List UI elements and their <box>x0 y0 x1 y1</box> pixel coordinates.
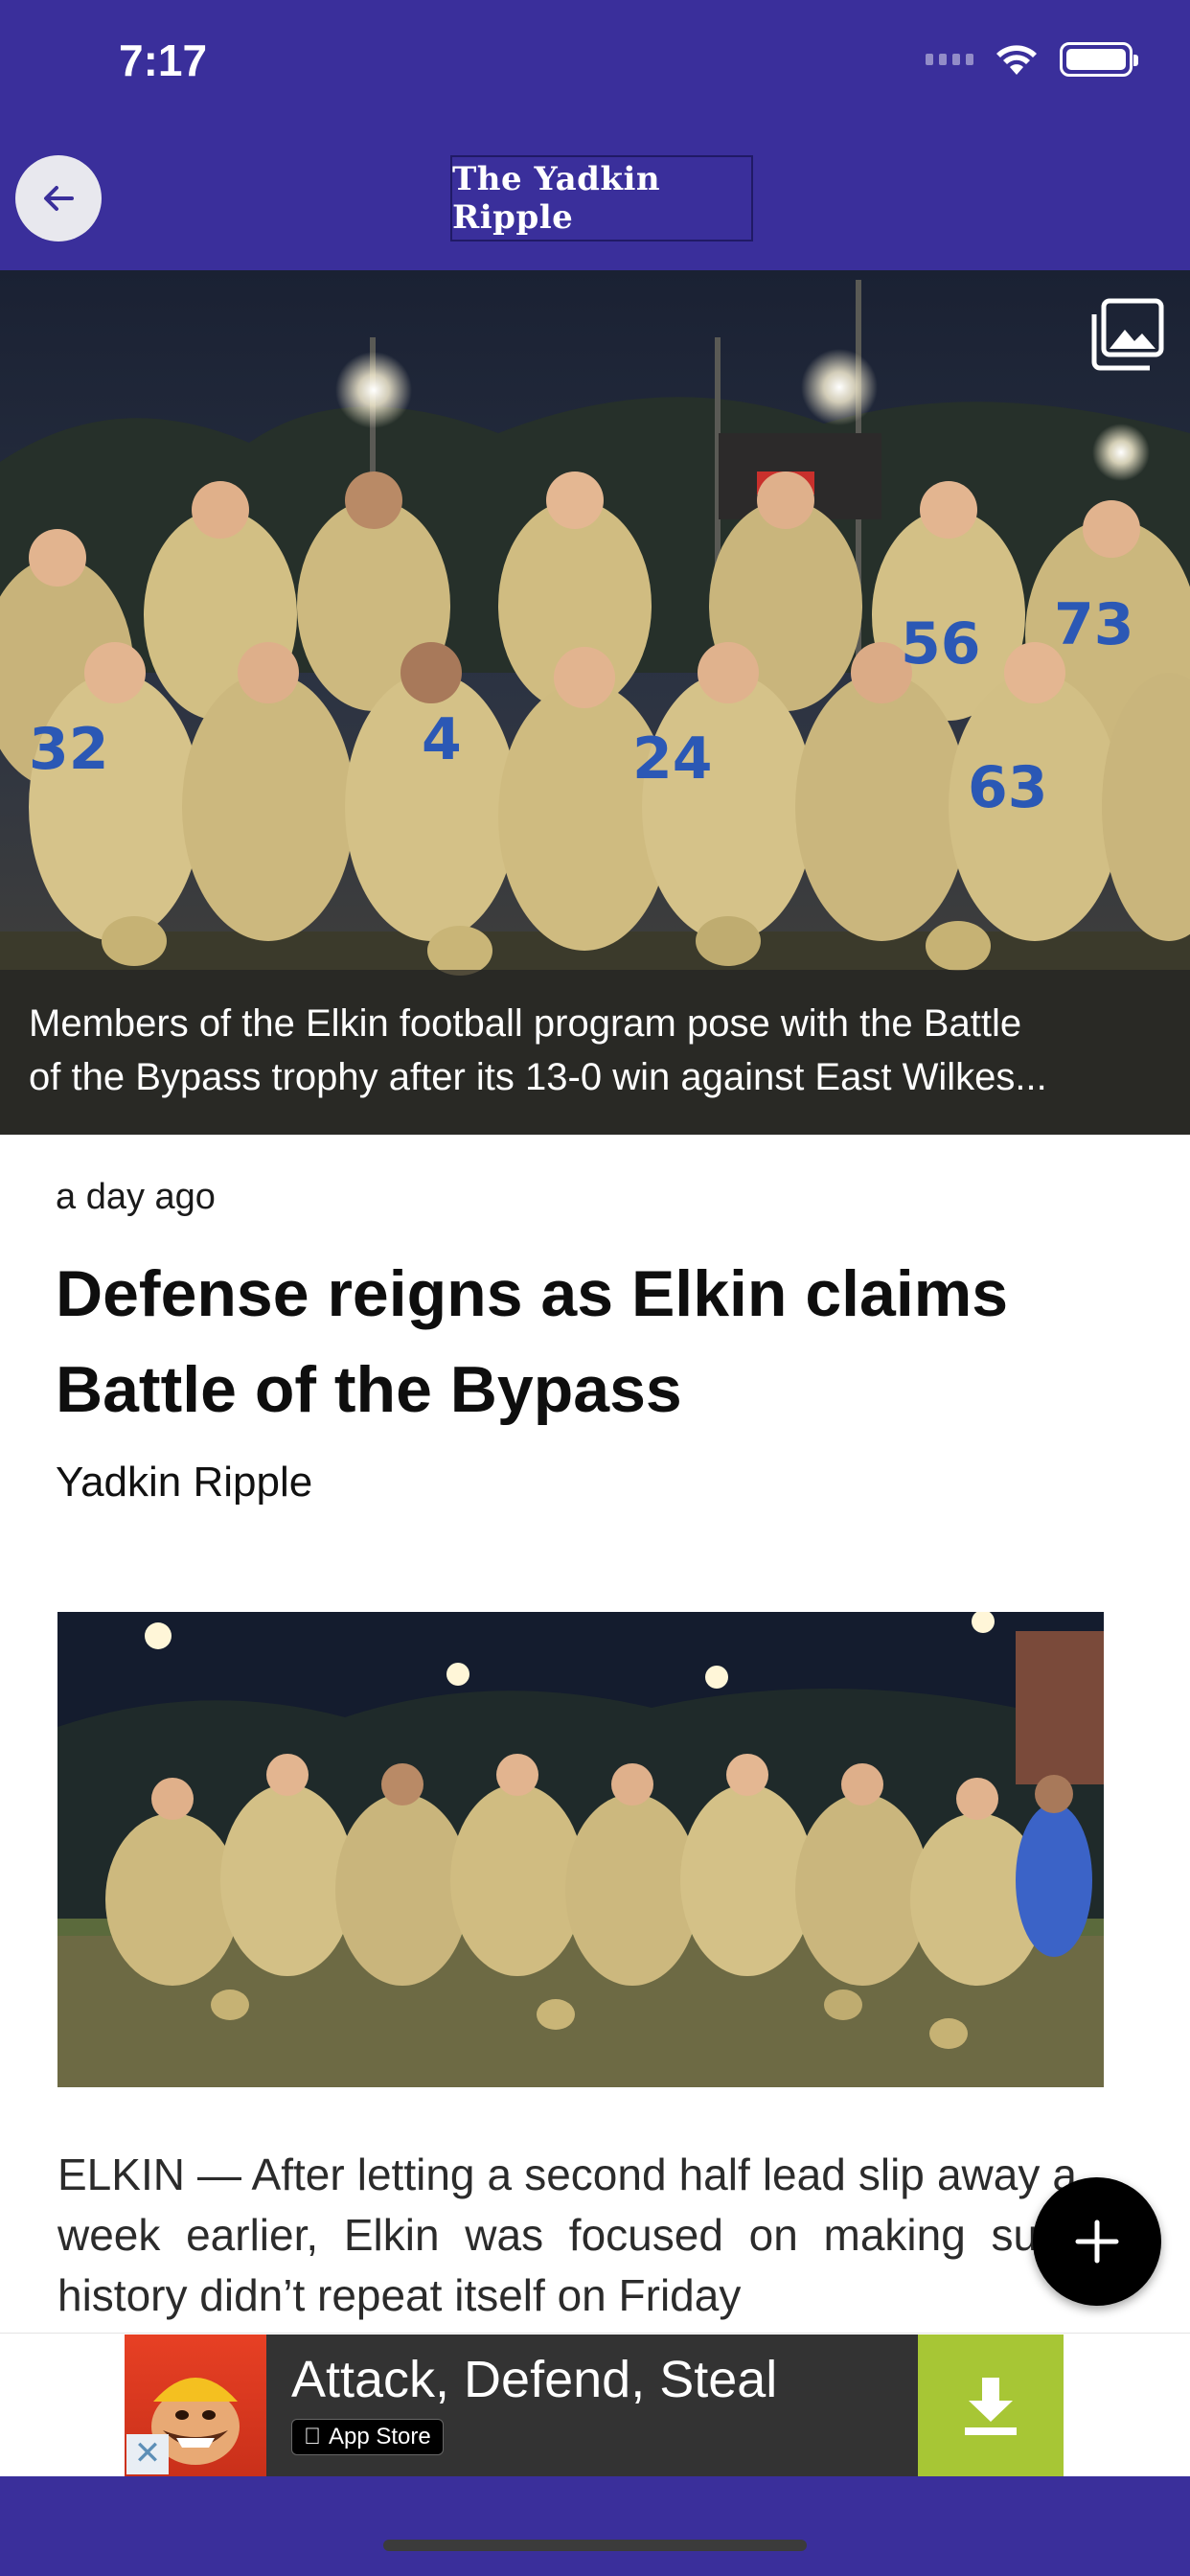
ad-banner[interactable]: Attack, Defend, Steal  App Store <box>125 2334 1064 2476</box>
plus-icon <box>1075 2220 1119 2264</box>
status-icons <box>926 42 1138 77</box>
arrow-left-icon <box>44 186 74 211</box>
inline-team-photo-illustration <box>57 1612 1104 2087</box>
app-header: 7:17 The Yadkin Ripple <box>0 0 1190 270</box>
back-button[interactable] <box>15 155 102 242</box>
ad-title: Attack, Defend, Steal <box>291 2351 778 2408</box>
hero-photo[interactable]: 32 4 24 56 73 63 Members of the Elkin fo… <box>0 270 1190 1135</box>
svg-text:56: 56 <box>901 610 981 678</box>
article-inline-photo[interactable] <box>57 1612 1104 2087</box>
svg-text:63: 63 <box>968 754 1048 821</box>
app-store-label: App Store <box>311 2424 431 2450</box>
svg-text:24: 24 <box>632 725 713 793</box>
publication-logo[interactable]: The Yadkin Ripple <box>450 155 753 242</box>
article-byline[interactable]: Yadkin Ripple <box>56 1459 312 1506</box>
svg-text:32: 32 <box>29 716 109 783</box>
ad-text-block: Attack, Defend, Steal  App Store <box>266 2334 918 2476</box>
cellular-signal-icon <box>926 54 973 65</box>
download-arrow-icon <box>965 2378 1017 2435</box>
image-gallery-icon[interactable] <box>1090 297 1165 372</box>
published-time: a day ago <box>56 1177 216 1217</box>
photo-caption: Members of the Elkin football program po… <box>0 970 1190 1135</box>
article-body-preview: ELKIN — After letting a second half lead… <box>57 2150 1077 2320</box>
svg-text:4: 4 <box>422 706 462 773</box>
apple-logo-icon:  <box>304 2424 321 2450</box>
ad-download-button[interactable] <box>918 2334 1064 2476</box>
caption-line-2: of the Bypass trophy after its 13-0 win … <box>29 1056 1047 1098</box>
bottom-bar <box>0 2476 1190 2576</box>
add-floating-button[interactable] <box>1033 2177 1161 2306</box>
ad-close-button[interactable]: ✕ <box>126 2434 169 2474</box>
home-indicator[interactable] <box>383 2540 807 2551</box>
app-store-badge[interactable]:  App Store <box>291 2419 444 2455</box>
status-time: 7:17 <box>119 35 208 85</box>
caption-line-1: Members of the Elkin football program po… <box>29 1002 1022 1045</box>
svg-text:73: 73 <box>1054 591 1134 658</box>
wifi-icon <box>996 45 1037 75</box>
article-headline: Defense reigns as Elkin claims Battle of… <box>56 1257 1009 1426</box>
battery-icon <box>1060 42 1138 77</box>
